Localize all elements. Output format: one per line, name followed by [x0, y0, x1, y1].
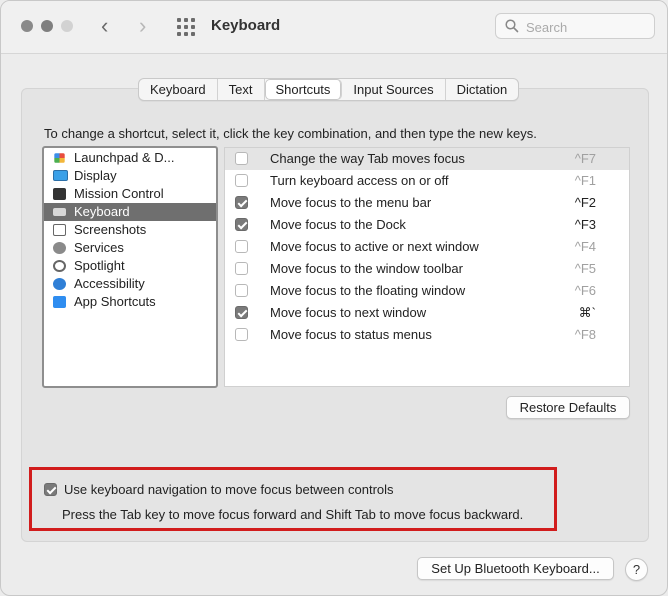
back-button[interactable]: ‹: [101, 15, 108, 37]
keyboard-navigation-hint: Press the Tab key to move focus forward …: [62, 507, 524, 522]
search-icon: [505, 19, 519, 33]
shortcut-row[interactable]: Move focus to the floating window ^F6: [225, 280, 629, 302]
shortcut-row[interactable]: Turn keyboard access on or off ^F1: [225, 170, 629, 192]
search-field[interactable]: [495, 13, 655, 39]
keyboard-navigation-label: Use keyboard navigation to move focus be…: [64, 482, 394, 497]
keyboard-navigation-checkbox[interactable]: [44, 483, 57, 496]
search-input[interactable]: [524, 17, 648, 37]
keyboard-icon: [53, 208, 66, 216]
tab-shortcuts[interactable]: Shortcuts: [264, 79, 343, 100]
shortcut-row[interactable]: Move focus to the menu bar ^F2: [225, 192, 629, 214]
tab-text[interactable]: Text: [218, 79, 265, 100]
shortcut-checkbox[interactable]: [235, 152, 248, 165]
tab-bar: Keyboard Text Shortcuts Input Sources Di…: [138, 78, 520, 101]
shortcut-row[interactable]: Move focus to the window toolbar ^F5: [225, 258, 629, 280]
restore-defaults-button[interactable]: Restore Defaults: [506, 396, 630, 419]
shortcut-row[interactable]: Move focus to active or next window ^F4: [225, 236, 629, 258]
shortcut-checkbox[interactable]: [235, 174, 248, 187]
services-icon: [53, 242, 66, 254]
mission-control-icon: [53, 188, 66, 200]
app-shortcuts-icon: [53, 296, 66, 308]
category-item-app-shortcuts[interactable]: App Shortcuts: [44, 293, 216, 311]
category-item-screenshots[interactable]: Screenshots: [44, 221, 216, 239]
spotlight-icon: [53, 260, 66, 272]
tab-input-sources[interactable]: Input Sources: [342, 79, 446, 100]
category-item-accessibility[interactable]: Accessibility: [44, 275, 216, 293]
screenshots-icon: [53, 224, 66, 236]
category-item-keyboard[interactable]: Keyboard: [44, 203, 216, 221]
shortcuts-list: Change the way Tab moves focus ^F7 Turn …: [224, 147, 630, 387]
shortcut-row[interactable]: Change the way Tab moves focus ^F7: [225, 148, 629, 170]
window-title: Keyboard: [211, 17, 281, 34]
shortcut-checkbox[interactable]: [235, 306, 248, 319]
category-item-display[interactable]: Display: [44, 167, 216, 185]
category-item-services[interactable]: Services: [44, 239, 216, 257]
close-window-button[interactable]: [21, 20, 33, 32]
zoom-window-button[interactable]: [61, 20, 73, 32]
help-button[interactable]: ?: [625, 558, 648, 581]
setup-bluetooth-keyboard-button[interactable]: Set Up Bluetooth Keyboard...: [417, 557, 614, 580]
tab-keyboard[interactable]: Keyboard: [139, 79, 218, 100]
category-item-launchpad[interactable]: Launchpad & D...: [44, 149, 216, 167]
shortcut-row[interactable]: Move focus to status menus ^F8: [225, 324, 629, 346]
shortcut-checkbox[interactable]: [235, 196, 248, 209]
keyboard-navigation-highlight: Use keyboard navigation to move focus be…: [29, 467, 557, 531]
title-bar: ‹ › Keyboard: [1, 1, 667, 54]
category-list: Launchpad & D... Display Mission Control…: [42, 146, 218, 388]
preferences-window: ‹ › Keyboard Keyboard Text Shortcuts Inp…: [0, 0, 668, 596]
shortcut-checkbox[interactable]: [235, 328, 248, 341]
category-item-mission-control[interactable]: Mission Control: [44, 185, 216, 203]
shortcut-checkbox[interactable]: [235, 240, 248, 253]
shortcut-row[interactable]: Move focus to next window ⌘`: [225, 302, 629, 324]
shortcut-row[interactable]: Move focus to the Dock ^F3: [225, 214, 629, 236]
accessibility-icon: [53, 278, 66, 290]
display-icon: [53, 170, 68, 181]
show-all-grid-icon[interactable]: [177, 18, 195, 36]
tab-dictation[interactable]: Dictation: [446, 79, 519, 100]
category-item-spotlight[interactable]: Spotlight: [44, 257, 216, 275]
shortcut-checkbox[interactable]: [235, 262, 248, 275]
launchpad-icon: [54, 153, 65, 163]
forward-button[interactable]: ›: [139, 15, 146, 37]
instructions-text: To change a shortcut, select it, click t…: [44, 126, 537, 141]
shortcut-checkbox[interactable]: [235, 218, 248, 231]
shortcut-checkbox[interactable]: [235, 284, 248, 297]
minimize-window-button[interactable]: [41, 20, 53, 32]
